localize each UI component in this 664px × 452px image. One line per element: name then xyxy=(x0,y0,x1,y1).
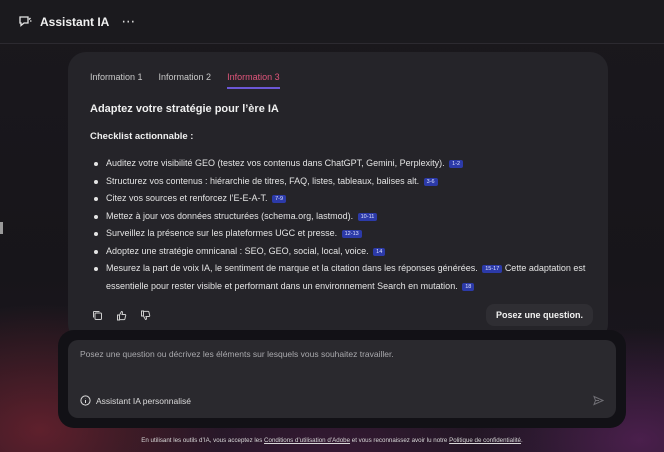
tab-information-1[interactable]: Information 1 xyxy=(90,72,143,89)
prompt-input[interactable]: Posez une question ou décrivez les éléme… xyxy=(68,340,616,418)
ask-question-tooltip: Posez une question. xyxy=(486,304,594,326)
citation-badge[interactable]: 18 xyxy=(462,282,475,291)
terms-link[interactable]: Conditions d’utilisation d’Adobe xyxy=(264,437,350,444)
citation-badge[interactable]: 12-13 xyxy=(341,230,362,238)
list-item: Structurez vos contenus : hiérarchie de … xyxy=(90,173,586,191)
info-tabs: Information 1 Information 2 Information … xyxy=(90,72,586,89)
citation-badge[interactable]: 10-11 xyxy=(357,212,378,221)
citation-badge[interactable]: 15-17 xyxy=(482,265,503,273)
citation-badge[interactable]: 3-6 xyxy=(423,177,438,186)
send-icon[interactable] xyxy=(590,392,606,408)
list-item: Mesurez la part de voix IA, le sentiment… xyxy=(90,260,586,295)
list-item: Adoptez une stratégie omnicanal : SEO, G… xyxy=(90,243,586,261)
citation-badge[interactable]: 14 xyxy=(373,247,386,256)
citation-badge[interactable]: 1-2 xyxy=(449,160,464,168)
privacy-link[interactable]: Politique de confidentialité xyxy=(449,437,521,444)
response-card: Information 1 Information 2 Information … xyxy=(68,52,608,342)
info-icon xyxy=(80,395,91,406)
list-item: Mettez à jour vos données structurées (s… xyxy=(90,208,586,226)
resize-handle[interactable] xyxy=(0,222,3,234)
tab-information-2[interactable]: Information 2 xyxy=(159,72,212,89)
checklist: Auditez votre visibilité GEO (testez vos… xyxy=(90,155,586,295)
more-options-button[interactable]: ⋯ xyxy=(121,13,136,30)
app-header: Assistant IA ⋯ xyxy=(0,0,664,44)
assistant-label: Assistant IA personnalisé xyxy=(96,395,191,406)
assistant-chat-icon xyxy=(18,14,34,30)
citation-badge[interactable]: 7-9 xyxy=(272,195,287,203)
list-item: Citez vos sources et renforcez l’E-E-A-T… xyxy=(90,190,586,208)
thumbs-down-icon[interactable] xyxy=(138,308,152,322)
prompt-area: Posez une question ou décrivez les éléme… xyxy=(58,330,626,428)
checklist-heading: Checklist actionnable : xyxy=(90,131,194,142)
copy-icon[interactable] xyxy=(90,308,104,322)
app-title: Assistant IA xyxy=(40,14,110,29)
tab-information-3[interactable]: Information 3 xyxy=(227,72,280,89)
response-heading: Adaptez votre stratégie pour l’ère IA xyxy=(90,103,279,115)
response-actions xyxy=(90,308,152,322)
thumbs-up-icon[interactable] xyxy=(114,308,128,322)
legal-footer: En utilisant les outils d’IA, vous accep… xyxy=(141,437,523,444)
list-item: Auditez votre visibilité GEO (testez vos… xyxy=(90,155,586,173)
prompt-placeholder: Posez une question ou décrivez les éléme… xyxy=(80,349,394,359)
list-item: Surveillez la présence sur les plateform… xyxy=(90,225,586,243)
custom-assistant-selector[interactable]: Assistant IA personnalisé xyxy=(80,395,191,406)
